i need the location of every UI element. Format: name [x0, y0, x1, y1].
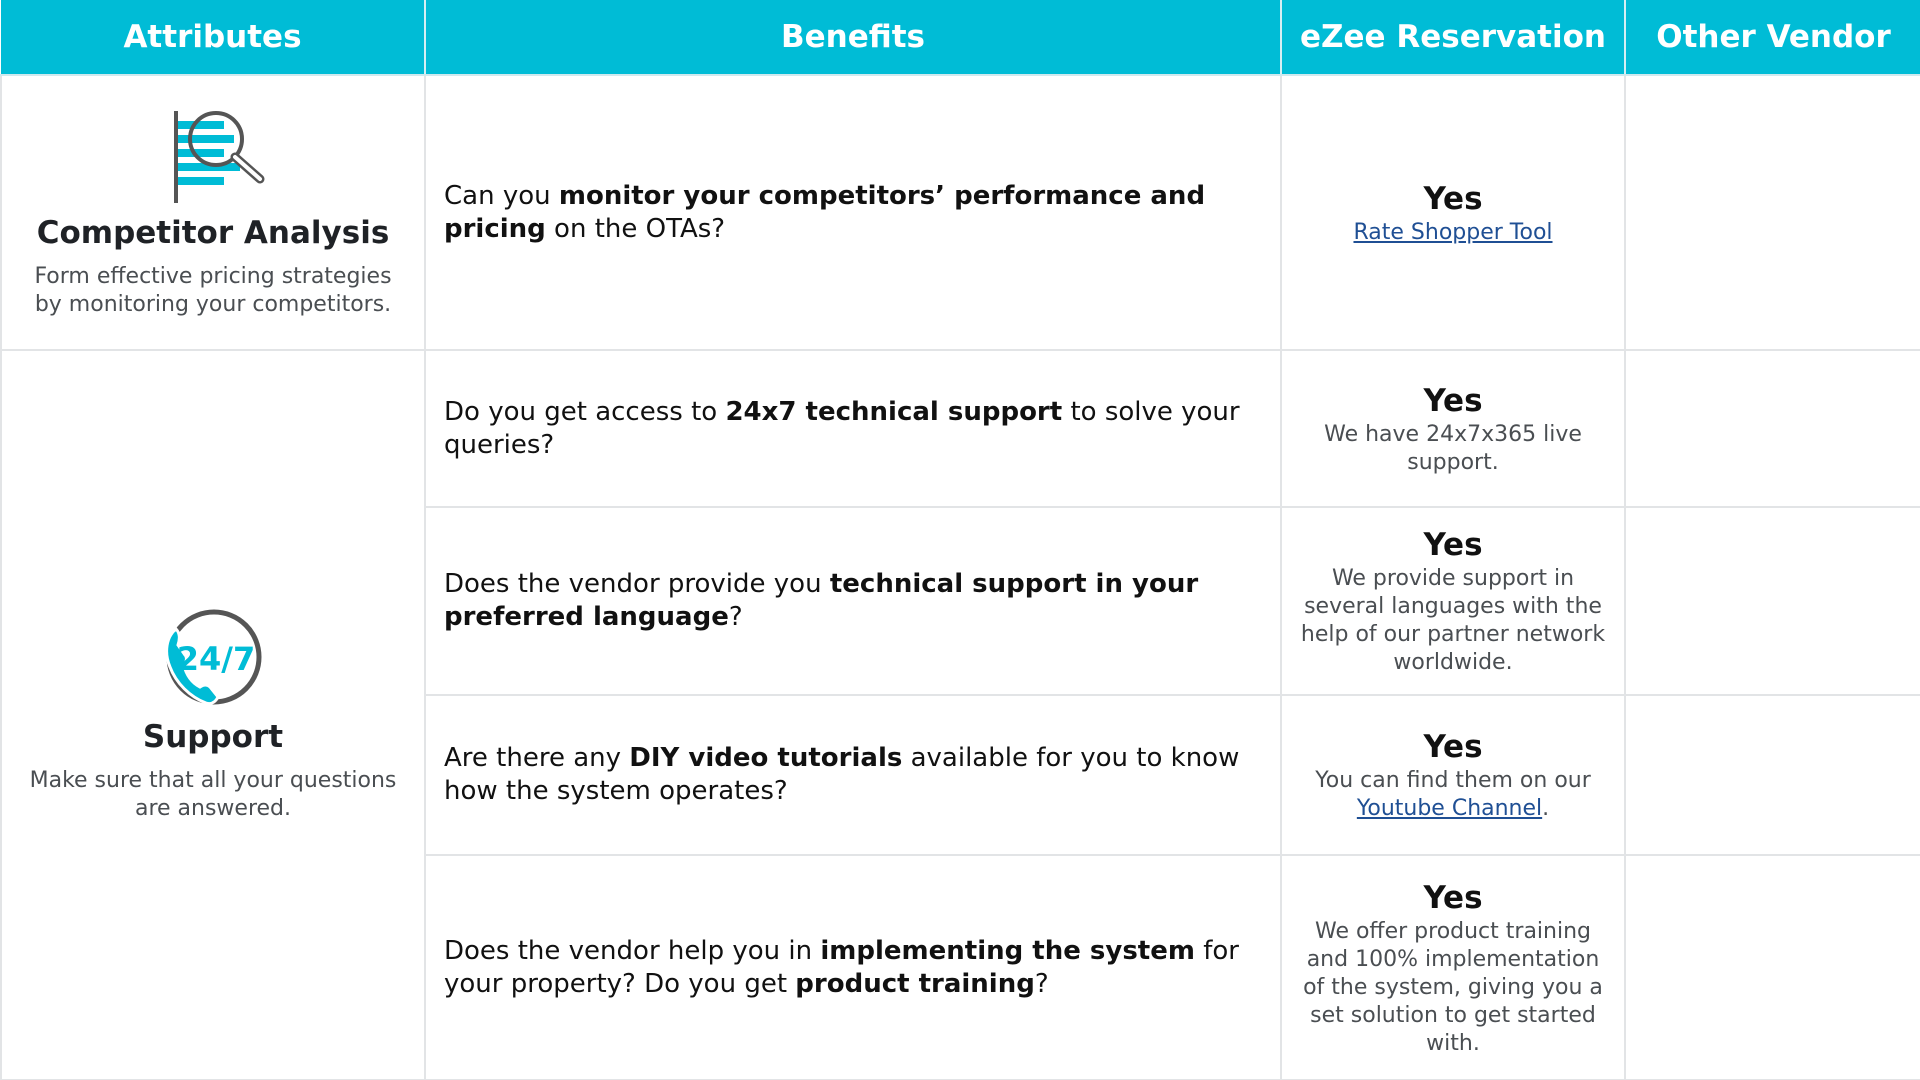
other-vendor-cell: [1624, 349, 1920, 508]
benefit-text: Do you get access to: [444, 396, 726, 427]
table-row: Competitor Analysis Form effective prici…: [0, 74, 1920, 351]
other-vendor-cell: [1624, 506, 1920, 696]
header-ezee-reservation: eZee Reservation: [1280, 0, 1625, 76]
rate-shopper-tool-link[interactable]: Rate Shopper Tool: [1353, 220, 1552, 245]
benefit-text: Does the vendor provide you: [444, 569, 830, 599]
benefit-cell: Does the vendor provide you technical su…: [424, 506, 1282, 696]
magnifier-bars-icon: [20, 107, 406, 211]
benefit-cell: Do you get access to 24x7 technical supp…: [424, 349, 1282, 508]
ezee-cell: Yes We offer product training and 100% i…: [1280, 854, 1626, 1080]
other-vendor-cell: [1624, 854, 1920, 1080]
ezee-cell: Yes You can find them on our Youtube Chan…: [1280, 694, 1626, 856]
phone-24-7-icon: 24/7: [20, 607, 406, 715]
table-header-row: Attributes Benefits eZee Reservation Oth…: [1, 0, 1920, 76]
attribute-description: Make sure that all your questions are an…: [29, 768, 397, 821]
benefit-highlight: product training: [795, 968, 1035, 999]
ezee-note: .: [1542, 796, 1550, 821]
header-other-vendor: Other Vendor: [1624, 0, 1920, 76]
yes-label: Yes: [1423, 180, 1483, 217]
attribute-title: Support: [142, 719, 284, 755]
youtube-channel-link[interactable]: Youtube Channel: [1357, 796, 1542, 821]
benefit-highlight: 24x7 technical support: [725, 396, 1063, 427]
header-attributes: Attributes: [1, 0, 425, 76]
other-vendor-cell: [1624, 74, 1920, 351]
benefit-highlight: implementing the system: [820, 935, 1195, 966]
yes-label: Yes: [1423, 527, 1483, 563]
comparison-table: Attributes Benefits eZee Reservation Oth…: [0, 0, 1920, 1080]
benefit-text: Does the vendor help you in: [444, 935, 821, 966]
benefit-cell: Does the vendor help you in implementing…: [424, 854, 1282, 1080]
table-row: 24/7 Support Make sure that all your que…: [0, 349, 1920, 1080]
attribute-cell-competitor-analysis: Competitor Analysis Form effective prici…: [0, 74, 426, 351]
ezee-note: We have 24x7x365 live support.: [1324, 421, 1582, 475]
ezee-cell: Yes Rate Shopper Tool: [1280, 74, 1626, 351]
ezee-note: We provide support in several languages …: [1300, 566, 1606, 675]
benefit-cell: Are there any DIY video tutorials availa…: [424, 694, 1282, 856]
yes-label: Yes: [1423, 729, 1483, 765]
benefit-highlight: DIY video tutorials: [629, 743, 903, 773]
benefit-text: Are there any: [444, 743, 630, 773]
benefit-text: ?: [1034, 968, 1049, 999]
benefit-cell: Can you monitor your competitors’ perfor…: [424, 74, 1282, 351]
attribute-cell-support: 24/7 Support Make sure that all your que…: [0, 349, 426, 1080]
ezee-note: We offer product training and 100% imple…: [1303, 918, 1603, 1056]
support-icon-text: 24/7: [177, 640, 255, 678]
attribute-title: Competitor Analysis: [36, 214, 390, 251]
other-vendor-cell: [1624, 694, 1920, 856]
yes-label: Yes: [1423, 879, 1483, 916]
benefit-text: Can you: [444, 180, 559, 211]
benefit-text: on the OTAs?: [545, 213, 726, 244]
ezee-cell: Yes We provide support in several langua…: [1280, 506, 1626, 696]
ezee-cell: Yes We have 24x7x365 live support.: [1280, 349, 1626, 508]
header-benefits: Benefits: [424, 0, 1281, 76]
yes-label: Yes: [1423, 382, 1483, 419]
benefit-text: ?: [728, 602, 743, 632]
ezee-note: You can find them on our: [1315, 768, 1591, 793]
attribute-description: Form effective pricing strategies by mon…: [34, 263, 392, 317]
